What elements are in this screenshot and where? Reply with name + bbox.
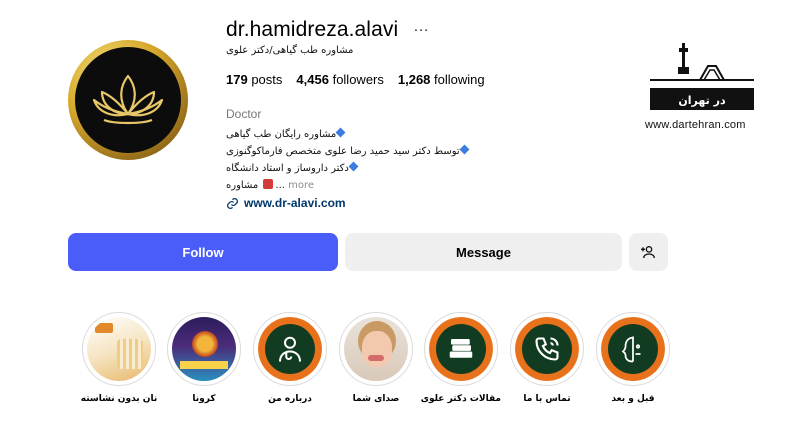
- link-icon: [227, 197, 238, 209]
- corona-poster-thumbnail: [172, 317, 236, 381]
- highlight-item[interactable]: درباره من: [250, 312, 330, 404]
- highlight-label: صدای شما: [352, 394, 400, 404]
- profile-website-link[interactable]: www.dr-alavi.com: [226, 196, 346, 210]
- bio-more-link[interactable]: more: [288, 180, 314, 191]
- profile-category: Doctor: [226, 107, 262, 121]
- face-profile-icon: [608, 324, 658, 374]
- add-user-icon: [640, 246, 655, 259]
- diamond-icon: [348, 161, 359, 172]
- profile-username: dr.hamidreza.alavi: [226, 18, 399, 41]
- diamond-icon: [459, 144, 470, 155]
- bread-poster-thumbnail: [87, 317, 151, 381]
- bio-line: مشاوره ... more: [226, 179, 315, 191]
- bio-line: مشاوره رایگان طب گیاهی: [226, 126, 346, 143]
- bio-line: توسط دکتر سید حمید رضا علوی متخصص فارماک…: [226, 143, 470, 160]
- profile-bio: مشاوره رایگان طب گیاهی توسط دکتر سید حمی…: [226, 126, 470, 194]
- highlight-label: قبل و بعد: [611, 394, 655, 404]
- website-text: www.dr-alavi.com: [244, 196, 346, 210]
- highlight-label: نان بدون نشاسته: [80, 394, 158, 404]
- logo-url-text: www.dartehran.com: [645, 119, 746, 131]
- highlight-item[interactable]: صدای شما: [336, 312, 416, 404]
- profile-avatar[interactable]: [68, 40, 188, 160]
- highlight-item[interactable]: تماس با ما: [507, 312, 587, 404]
- followers-stat[interactable]: 4,456 followers: [296, 72, 383, 87]
- phone-call-icon: [522, 324, 572, 374]
- more-options-icon[interactable]: …: [413, 18, 430, 36]
- phone-icon: [263, 179, 274, 189]
- dartehran-logo: در تهران: [644, 40, 760, 130]
- highlight-item[interactable]: مقالات دکتر علوی: [421, 312, 501, 404]
- highlight-item[interactable]: قبل و بعد: [593, 312, 673, 404]
- profile-stats: 179 posts 4,456 followers 1,268 followin…: [226, 72, 485, 87]
- highlight-label: مقالات دکتر علوی: [420, 394, 501, 404]
- books-icon: [436, 324, 486, 374]
- add-user-button[interactable]: [629, 233, 668, 271]
- lotus-logo-icon: [75, 47, 181, 153]
- posts-stat[interactable]: 179 posts: [226, 72, 282, 87]
- highlight-item[interactable]: کرونا: [164, 312, 244, 404]
- svg-text:در تهران: در تهران: [678, 94, 726, 107]
- highlight-label: کرونا: [192, 394, 216, 404]
- doctor-icon: [265, 324, 315, 374]
- follow-button[interactable]: Follow: [68, 233, 338, 271]
- highlight-label: تماس با ما: [523, 394, 571, 404]
- following-stat[interactable]: 1,268 following: [398, 72, 485, 87]
- diamond-icon: [335, 127, 346, 138]
- message-button[interactable]: Message: [345, 233, 622, 271]
- highlight-item[interactable]: نان بدون نشاسته: [79, 312, 159, 404]
- bio-line: دکتر داروساز و استاد دانشگاه: [226, 160, 359, 177]
- portrait-thumbnail: [344, 317, 408, 381]
- profile-full-name: مشاوره طب گیاهی/دکتر علوی: [226, 45, 354, 56]
- highlight-label: درباره من: [268, 394, 312, 404]
